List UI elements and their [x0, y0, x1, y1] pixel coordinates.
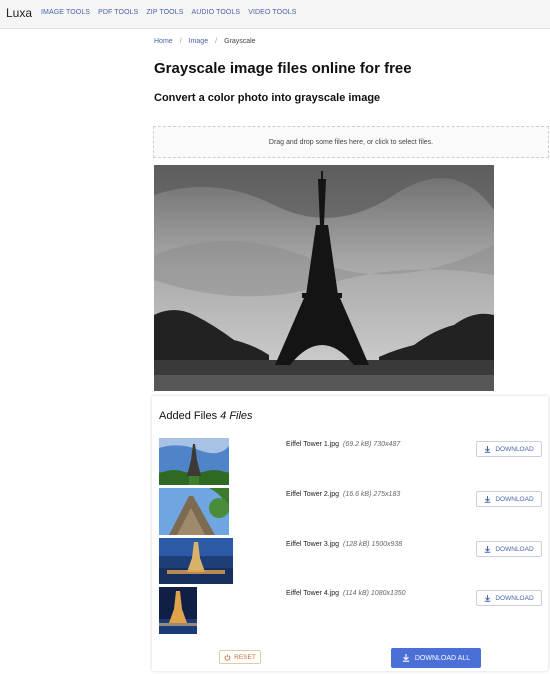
file-name: Eiffel Tower 2.jpg: [286, 491, 340, 498]
added-files-heading: Added Files 4 Files: [159, 410, 253, 422]
file-size: (128 kB): [343, 541, 370, 548]
file-dropzone[interactable]: Drag and drop some files here, or click …: [153, 126, 549, 158]
breadcrumb-image[interactable]: Image: [189, 38, 208, 45]
download-icon: [485, 594, 491, 602]
download-icon: [485, 445, 491, 453]
main-nav: IMAGE TOOLS PDF TOOLS ZIP TOOLS AUDIO TO…: [41, 9, 297, 16]
file-row: Eiffel Tower 2.jpg (16.6 kB) 275x183 DOW…: [152, 488, 548, 536]
download-icon: [485, 495, 491, 503]
grayscale-preview-image: [154, 165, 494, 391]
file-size: (16.6 kB): [343, 491, 372, 498]
nav-zip-tools[interactable]: ZIP TOOLS: [146, 9, 183, 16]
download-button[interactable]: DOWNLOAD: [476, 441, 542, 457]
file-row: Eiffel Tower 4.jpg (114 kB) 1080x1350 DO…: [152, 587, 548, 635]
added-files-label: Added Files: [159, 410, 218, 422]
top-navbar: Luxa IMAGE TOOLS PDF TOOLS ZIP TOOLS AUD…: [0, 0, 550, 29]
file-name: Eiffel Tower 4.jpg: [286, 590, 340, 597]
breadcrumb-separator: /: [215, 38, 218, 45]
file-info: Eiffel Tower 1.jpg (69.2 kB) 730x487: [286, 441, 400, 448]
file-count: 4 Files: [220, 410, 253, 422]
file-thumbnail: [159, 488, 229, 535]
download-button[interactable]: DOWNLOAD: [476, 590, 542, 606]
file-meta: (128 kB) 1500x938: [343, 541, 402, 548]
file-row: Eiffel Tower 3.jpg (128 kB) 1500x938 DOW…: [152, 538, 548, 586]
nav-audio-tools[interactable]: AUDIO TOOLS: [192, 9, 241, 16]
file-dimensions: 1080x1350: [370, 590, 406, 597]
nav-video-tools[interactable]: VIDEO TOOLS: [248, 9, 296, 16]
power-icon: [224, 653, 231, 661]
brand-logo[interactable]: Luxa: [6, 6, 32, 20]
file-row: Eiffel Tower 1.jpg (69.2 kB) 730x487 DOW…: [152, 438, 548, 486]
added-files-card: Added Files 4 Files Eiffel Tower 1.jpg (…: [152, 396, 548, 671]
nav-pdf-tools[interactable]: PDF TOOLS: [98, 9, 138, 16]
breadcrumb-separator: /: [179, 38, 182, 45]
file-dimensions: 275x183: [373, 491, 401, 498]
file-info: Eiffel Tower 4.jpg (114 kB) 1080x1350: [286, 590, 406, 597]
file-name: Eiffel Tower 3.jpg: [286, 541, 340, 548]
download-all-button[interactable]: DOWNLOAD ALL: [391, 648, 481, 668]
download-label: DOWNLOAD: [495, 495, 534, 503]
breadcrumb-home[interactable]: Home: [154, 38, 173, 45]
download-label: DOWNLOAD: [495, 545, 534, 553]
file-size: (114 kB): [343, 590, 369, 597]
file-name: Eiffel Tower 1.jpg: [286, 441, 340, 448]
file-meta: (114 kB) 1080x1350: [343, 590, 406, 597]
download-all-label: DOWNLOAD ALL: [414, 654, 471, 662]
download-icon: [485, 545, 491, 553]
file-thumbnail: [159, 587, 197, 634]
file-dimensions: 1500x938: [371, 541, 403, 548]
download-label: DOWNLOAD: [495, 594, 534, 602]
file-meta: (69.2 kB) 730x487: [343, 441, 400, 448]
download-icon: [402, 654, 410, 662]
breadcrumb-current: Grayscale: [224, 38, 256, 45]
file-thumbnail: [159, 538, 233, 584]
dropzone-text: Drag and drop some files here, or click …: [268, 138, 434, 146]
file-info: Eiffel Tower 3.jpg (128 kB) 1500x938: [286, 541, 402, 548]
download-button[interactable]: DOWNLOAD: [476, 491, 542, 507]
file-meta: (16.6 kB) 275x183: [343, 491, 400, 498]
breadcrumb: Home / Image / Grayscale: [154, 38, 256, 45]
file-dimensions: 730x487: [373, 441, 401, 448]
reset-label: RESET: [234, 653, 256, 661]
reset-button[interactable]: RESET: [219, 650, 261, 664]
file-info: Eiffel Tower 2.jpg (16.6 kB) 275x183: [286, 491, 400, 498]
page-title: Grayscale image files online for free: [154, 60, 412, 77]
nav-image-tools[interactable]: IMAGE TOOLS: [41, 9, 90, 16]
file-size: (69.2 kB): [343, 441, 372, 448]
download-button[interactable]: DOWNLOAD: [476, 541, 542, 557]
page-subtitle: Convert a color photo into grayscale ima…: [154, 92, 381, 104]
file-thumbnail: [159, 438, 229, 485]
download-label: DOWNLOAD: [495, 445, 534, 453]
